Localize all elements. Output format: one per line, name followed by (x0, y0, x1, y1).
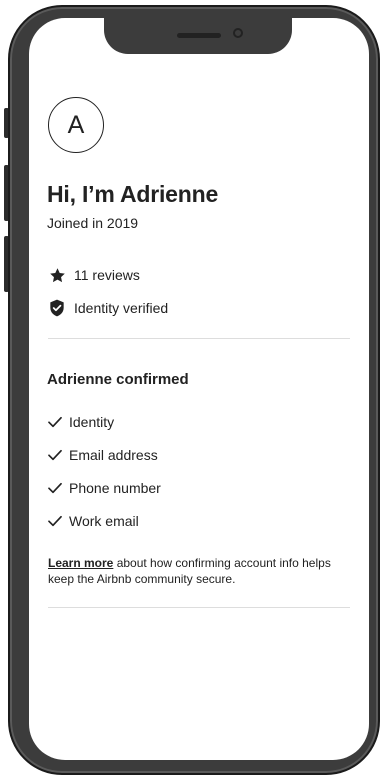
confirmed-item-label: Identity (69, 414, 115, 430)
confirmed-section-title: Adrienne confirmed (47, 371, 189, 388)
checkmark-icon (48, 514, 63, 529)
star-icon (48, 266, 66, 284)
confirmed-item-label: Email address (69, 447, 158, 463)
divider (48, 607, 350, 608)
confirmed-item-label: Work email (69, 513, 139, 529)
joined-date: Joined in 2019 (47, 215, 139, 231)
confirmed-item-email: Email address (48, 447, 158, 463)
speaker-grille (177, 33, 221, 38)
learn-more-text: Learn more about how confirming account … (48, 555, 348, 587)
confirmed-item-identity: Identity (48, 414, 114, 430)
avatar[interactable]: A (48, 97, 104, 153)
checkmark-icon (48, 481, 63, 496)
confirmed-item-label: Phone number (69, 480, 161, 496)
avatar-initial: A (67, 110, 85, 139)
confirmed-item-phone: Phone number (48, 480, 161, 496)
identity-verified-row: Identity verified (48, 299, 168, 317)
reviews-link[interactable]: 11 reviews (48, 266, 140, 284)
learn-more-link[interactable]: Learn more (48, 556, 113, 570)
checkmark-icon (48, 415, 63, 430)
shield-check-icon (48, 299, 66, 317)
front-camera (233, 28, 243, 38)
phone-screen: A Hi, I’m Adrienne Joined in 2019 11 rev… (29, 18, 369, 760)
identity-verified-label: Identity verified (74, 300, 169, 316)
checkmark-icon (48, 448, 63, 463)
confirmed-item-work-email: Work email (48, 513, 139, 529)
reviews-count: 11 reviews (74, 267, 140, 283)
phone-mockup: A Hi, I’m Adrienne Joined in 2019 11 rev… (0, 0, 386, 780)
profile-greeting: Hi, I’m Adrienne (47, 181, 219, 207)
divider (48, 338, 350, 339)
